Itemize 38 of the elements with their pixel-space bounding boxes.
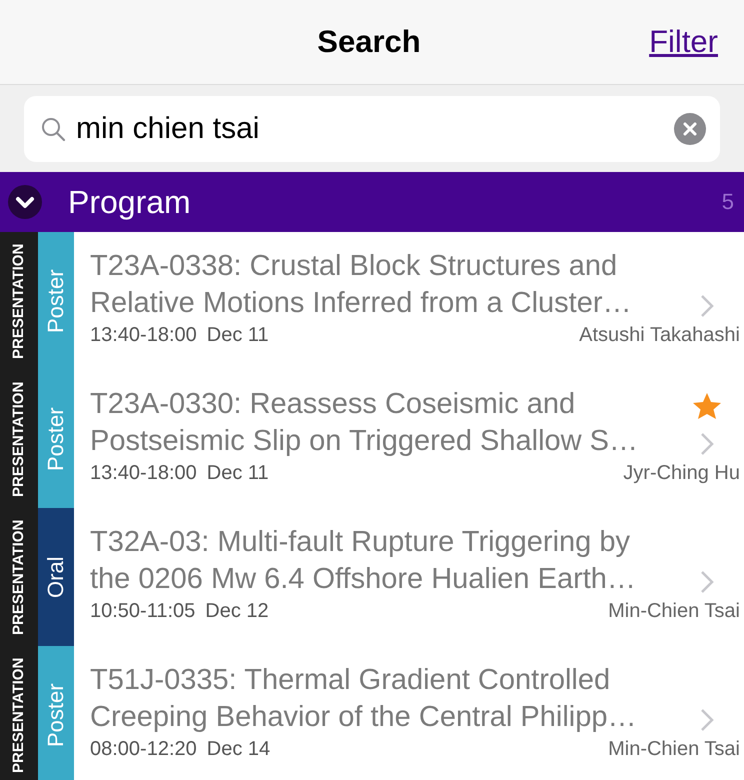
filter-link[interactable]: Filter <box>638 24 718 60</box>
date-label: Dec 11 <box>206 324 269 347</box>
chevron-right-icon[interactable] <box>700 570 714 594</box>
author-name: Min-Chien Tsai <box>608 738 740 761</box>
section-header[interactable]: Program 5 <box>0 172 744 232</box>
chevron-right-icon[interactable] <box>700 708 714 732</box>
search-icon <box>40 116 66 142</box>
author-name: Jyr-Ching Hu <box>623 462 740 485</box>
chevron-right-icon[interactable] <box>700 432 714 456</box>
category-label: PRESENTATION <box>0 646 38 780</box>
time-range: 13:40-18:00 <box>90 324 197 347</box>
category-label: PRESENTATION <box>0 232 38 370</box>
type-label: Poster <box>38 646 74 780</box>
search-field[interactable]: min chien tsai <box>24 96 720 162</box>
time-range: 13:40-18:00 <box>90 462 197 485</box>
type-label: Poster <box>38 232 74 370</box>
time-range: 08:00-12:20 <box>90 738 197 761</box>
screen-title: Search <box>316 24 422 60</box>
chevron-down-icon[interactable] <box>8 185 42 219</box>
section-title: Program <box>68 184 192 220</box>
date-label: Dec 11 <box>206 462 269 485</box>
star-icon[interactable] <box>692 392 722 420</box>
item-title[interactable]: T32A-03: Multi-fault Rupture Triggering by the 0206 Mw 6.4 Offshore Hualien Earth… <box>90 524 670 598</box>
item-title[interactable]: T23A-0330: Reassess Coseismic and Postseismic Slip on Triggered Shallow S… <box>90 386 670 460</box>
category-label: PRESENTATION <box>0 370 38 508</box>
result-count: 5 <box>722 189 734 215</box>
item-title[interactable]: T23A-0338: Crustal Block Structures and Relative Motions Inferred from a Cluster… <box>90 248 670 322</box>
author-name: Min-Chien Tsai <box>608 600 740 623</box>
type-label: Poster <box>38 370 74 508</box>
item-title[interactable]: T51J-0335: Thermal Gradient Controlled Creeping Behavior of the Central Philipp… <box>90 662 670 736</box>
author-name: Atsushi Takahashi <box>579 324 740 347</box>
chevron-right-icon[interactable] <box>700 294 714 318</box>
date-label: Dec 12 <box>205 600 269 623</box>
category-label: PRESENTATION <box>0 508 38 646</box>
time-range: 10:50-11:05 <box>90 600 196 623</box>
type-label: Oral <box>38 508 74 646</box>
clear-icon[interactable] <box>674 112 706 144</box>
date-label: Dec 14 <box>206 738 270 761</box>
